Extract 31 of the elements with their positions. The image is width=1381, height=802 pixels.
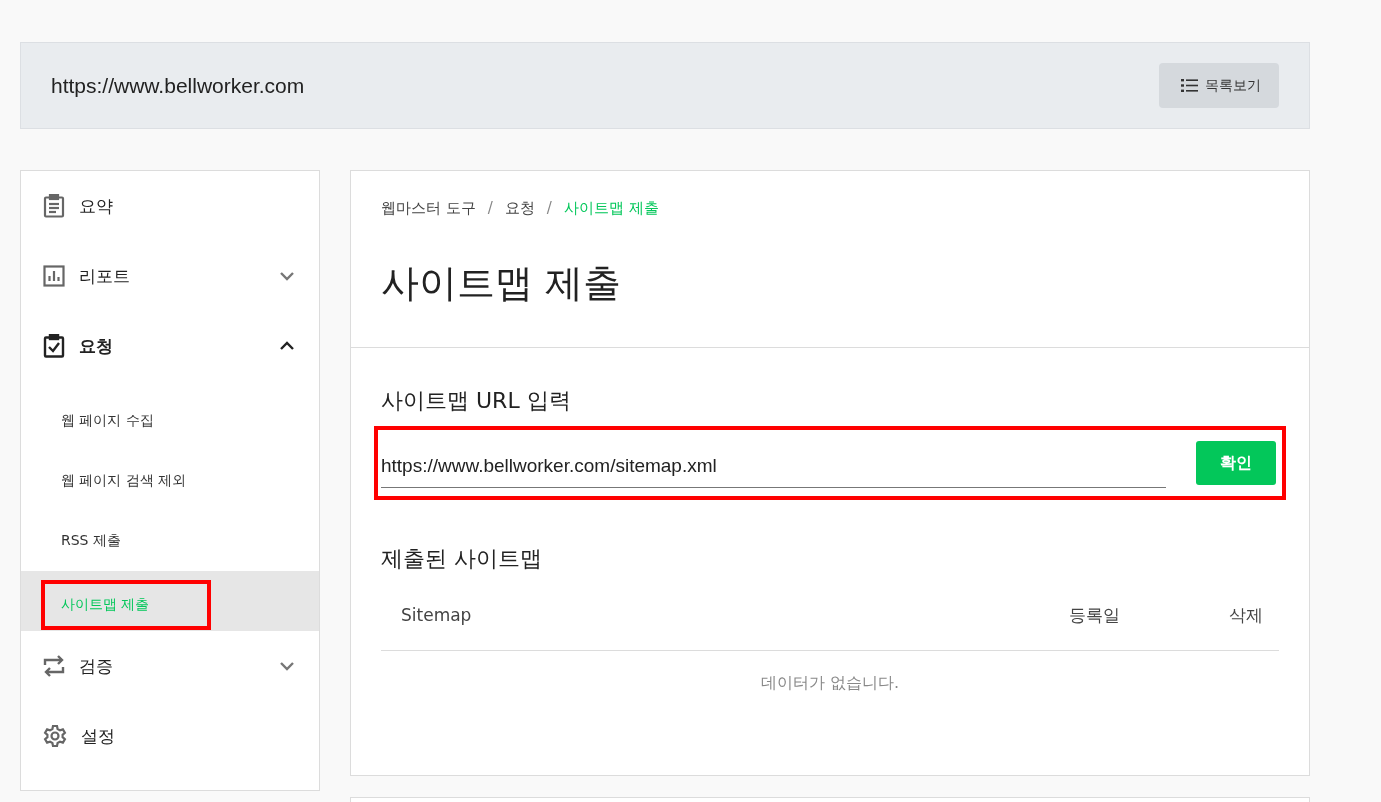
column-header: 등록일 bbox=[1069, 603, 1121, 627]
swap-arrows-icon bbox=[43, 655, 65, 677]
sidebar-item[interactable]: 설정 bbox=[21, 701, 319, 771]
sidebar-subitem[interactable]: 웹 페이지 수집 bbox=[21, 391, 319, 451]
sidebar-item[interactable]: 리포트 bbox=[21, 241, 319, 311]
sidebar-subitem[interactable]: RSS 제출 bbox=[21, 511, 319, 571]
sidebar-subitem[interactable]: 웹 페이지 검색 제외 bbox=[21, 451, 319, 511]
sidebar-item[interactable]: 요약 bbox=[21, 171, 319, 241]
breadcrumb-separator: / bbox=[487, 199, 493, 218]
clipboard-icon bbox=[43, 194, 65, 218]
section-title: 사이트맵 URL 입력 bbox=[381, 387, 572, 415]
column-header: 삭제 bbox=[1229, 603, 1264, 627]
chevron-down-icon bbox=[279, 271, 295, 281]
list-view-button[interactable]: 목록보기 bbox=[1159, 63, 1279, 108]
chevron-up-icon bbox=[279, 341, 295, 351]
settings-icon bbox=[43, 724, 67, 748]
column-header: Sitemap bbox=[400, 605, 473, 625]
chevron-down-icon bbox=[279, 661, 295, 671]
site-url: https://www.bellworker.com bbox=[51, 73, 305, 98]
empty-message: 데이터가 없습니다. bbox=[760, 673, 900, 692]
breadcrumb-separator: / bbox=[546, 199, 552, 218]
sidebar-item[interactable]: 요청 bbox=[21, 311, 319, 381]
url-input-field[interactable]: https://www.bellworker.com/sitemap.xml bbox=[381, 442, 1166, 488]
bar-chart-icon bbox=[43, 265, 65, 287]
page-title: 사이트맵 제출 bbox=[381, 260, 623, 307]
clipboard-check-icon bbox=[43, 334, 65, 358]
section-title: 제출된 사이트맵 bbox=[381, 545, 543, 573]
breadcrumb-link[interactable]: 웹마스터 도구 bbox=[381, 199, 476, 218]
breadcrumb-link[interactable]: 요청 bbox=[504, 199, 535, 218]
sidebar-item[interactable]: 검증 bbox=[21, 631, 319, 701]
list-icon bbox=[1181, 79, 1198, 92]
